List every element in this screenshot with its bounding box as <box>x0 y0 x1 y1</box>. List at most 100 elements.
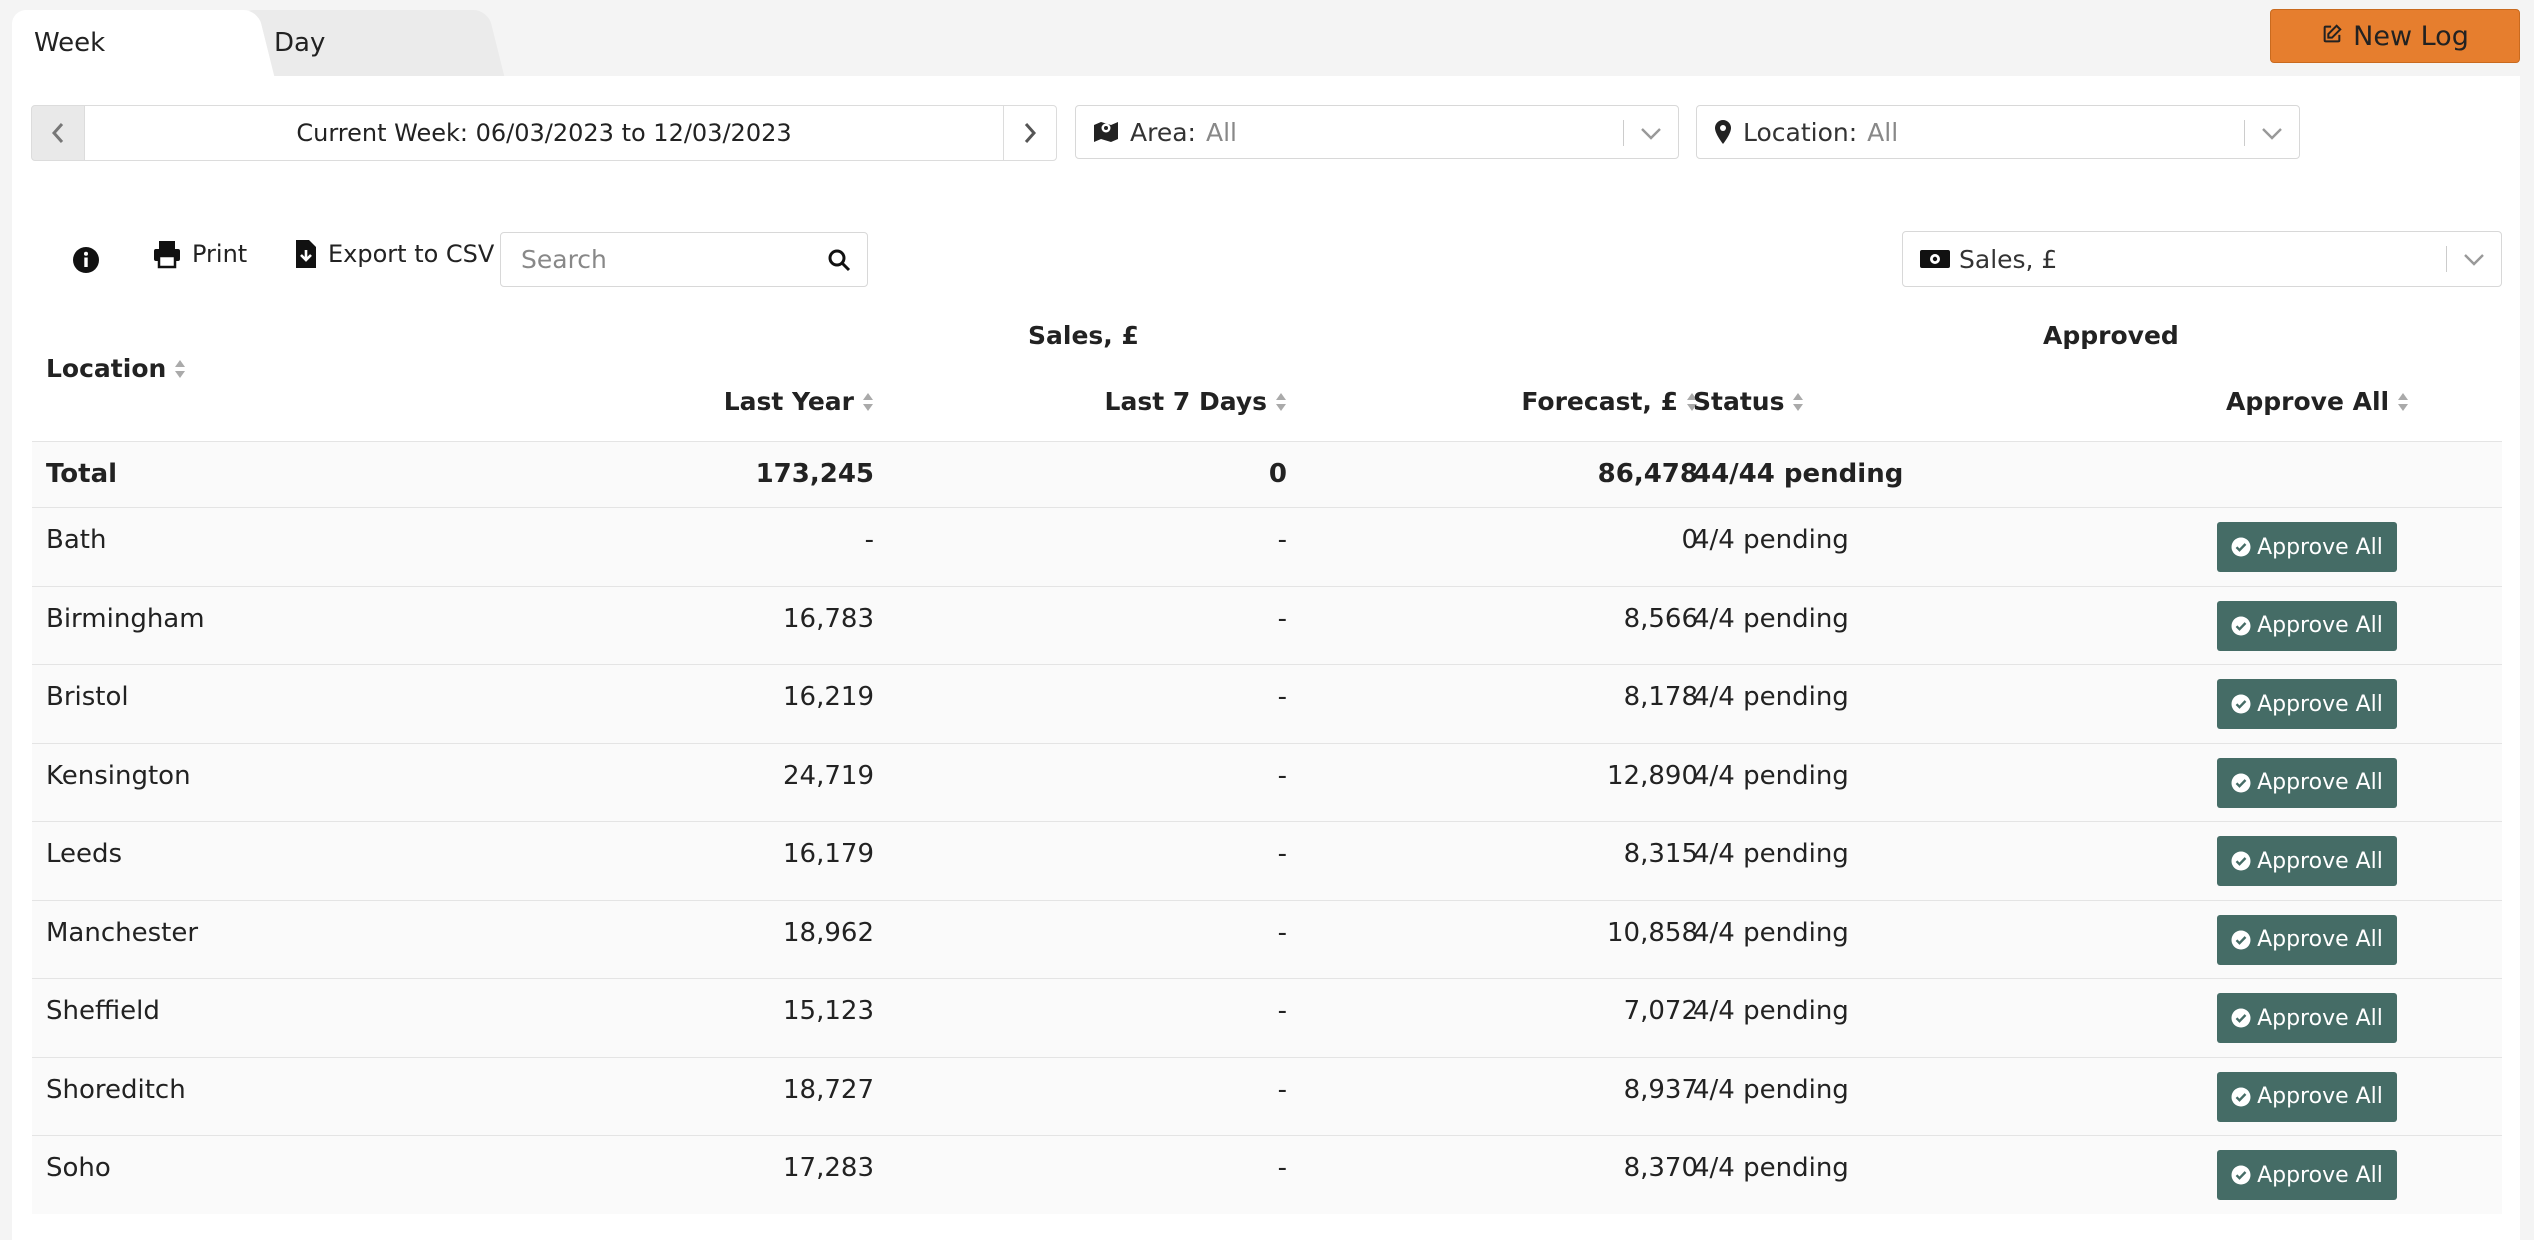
table-row: Leeds 16,179 - 8,315 4/4 pending Approve… <box>32 821 2502 900</box>
sort-icon <box>863 392 873 411</box>
cell-last-7-days: - <box>1277 1153 1287 1183</box>
cell-last-7-days: - <box>1277 839 1287 869</box>
table-row: Bath - - 0 4/4 pending Approve All <box>32 507 2502 586</box>
cell-status: 4/4 pending <box>1693 917 1849 948</box>
cell-last-7-days: - <box>1277 760 1287 791</box>
map-marker-icon <box>1715 120 1731 144</box>
area-select[interactable]: Area: All <box>1075 105 1679 159</box>
table-row: Birmingham 16,783 - 8,566 4/4 pending Ap… <box>32 585 2502 664</box>
metric-select[interactable]: Sales, £ <box>1902 231 2502 287</box>
approve-all-button[interactable]: Approve All <box>2217 1150 2397 1200</box>
tab-week[interactable]: Week <box>12 10 248 76</box>
week-navigator: Current Week: 06/03/2023 to 12/03/2023 <box>31 105 1057 161</box>
cell-last-year: - <box>864 525 874 555</box>
table-row-total: Total 173,245 0 86,478 44/44 pending <box>32 441 2502 507</box>
table-row: Shoreditch 18,727 - 8,937 4/4 pending Ap… <box>32 1056 2502 1135</box>
sort-icon <box>175 359 186 378</box>
total-last-year: 173,245 <box>755 459 874 489</box>
chevron-down-icon <box>2464 254 2484 266</box>
cell-location: Sheffield <box>46 996 160 1026</box>
table-row: Kensington 24,719 - 12,890 4/4 pending A… <box>32 742 2502 821</box>
location-select[interactable]: Location: All <box>1696 105 2300 159</box>
cell-forecast: 10,858 <box>1607 917 1698 948</box>
previous-week-button[interactable] <box>31 105 85 161</box>
header-location[interactable]: Location <box>46 354 186 383</box>
current-week-label: Current Week: 06/03/2023 to 12/03/2023 <box>85 105 1003 161</box>
header-approve-all-label: Approve All <box>2226 387 2390 416</box>
cell-last-year: 16,219 <box>783 682 874 712</box>
tab-week-label: Week <box>34 28 106 58</box>
cell-location: Soho <box>46 1153 111 1183</box>
cell-status: 4/4 pending <box>1693 1153 1849 1183</box>
cell-status: 4/4 pending <box>1693 760 1849 791</box>
approve-all-label: Approve All <box>2257 1084 2383 1109</box>
main-panel: Current Week: 06/03/2023 to 12/03/2023 A… <box>12 76 2520 1240</box>
cell-location: Leeds <box>46 839 123 869</box>
cell-last-7-days: - <box>1277 917 1287 948</box>
header-approve-all[interactable]: Approve All <box>2226 387 2409 416</box>
file-download-icon <box>296 240 316 268</box>
print-label: Print <box>192 240 248 268</box>
header-forecast[interactable]: Forecast, £ <box>1521 387 1698 416</box>
table-row: Sheffield 15,123 - 7,072 4/4 pending App… <box>32 978 2502 1057</box>
approve-all-button[interactable]: Approve All <box>2217 993 2397 1043</box>
approve-all-button[interactable]: Approve All <box>2217 522 2397 572</box>
approve-all-label: Approve All <box>2257 1005 2383 1031</box>
next-week-button[interactable] <box>1003 105 1057 161</box>
header-location-label: Location <box>46 354 167 383</box>
approve-all-button[interactable]: Approve All <box>2217 1071 2397 1122</box>
cell-last-7-days: - <box>1277 996 1287 1026</box>
search-icon[interactable] <box>827 248 851 272</box>
money-icon <box>1920 250 1950 268</box>
cell-status: 4/4 pending <box>1693 682 1849 712</box>
location-label: Location: <box>1743 117 1858 147</box>
new-log-button[interactable]: New Log <box>2270 9 2520 63</box>
cell-location: Shoreditch <box>46 1074 186 1105</box>
cell-location: Manchester <box>46 917 199 948</box>
cell-status: 4/4 pending <box>1693 603 1849 634</box>
cell-last-year: 15,123 <box>783 996 874 1026</box>
metric-value: Sales, £ <box>1959 244 2058 274</box>
check-circle-icon <box>2231 773 2251 792</box>
approve-all-button[interactable]: Approve All <box>2217 600 2397 651</box>
divider <box>2244 120 2245 146</box>
tab-day-label: Day <box>274 28 326 58</box>
view-tabs: Week Day <box>12 10 482 76</box>
print-button[interactable]: Print <box>152 239 247 269</box>
total-forecast: 86,478 <box>1597 459 1698 489</box>
area-label: Area: <box>1130 117 1196 147</box>
header-last-7-days[interactable]: Last 7 Days <box>1105 387 1287 416</box>
cell-last-year: 18,727 <box>783 1074 874 1105</box>
approve-all-button[interactable]: Approve All <box>2217 757 2397 808</box>
approve-all-button[interactable]: Approve All <box>2217 836 2397 886</box>
table-row: Manchester 18,962 - 10,858 4/4 pending A… <box>32 899 2502 978</box>
print-icon <box>154 241 180 269</box>
check-circle-icon <box>2231 1008 2251 1028</box>
cell-last-year: 16,783 <box>783 603 874 634</box>
search-input[interactable] <box>521 233 821 285</box>
check-circle-icon <box>2231 616 2251 635</box>
info-icon[interactable] <box>72 246 100 278</box>
sort-icon <box>1793 392 1804 411</box>
divider <box>1623 120 1624 146</box>
cell-last-year: 18,962 <box>783 917 874 948</box>
cell-last-7-days: - <box>1277 603 1287 634</box>
location-value: All <box>1867 117 1899 147</box>
header-last-year[interactable]: Last Year <box>724 387 874 416</box>
cell-last-7-days: - <box>1277 525 1287 555</box>
new-log-label: New Log <box>2353 20 2469 52</box>
check-circle-icon <box>2231 1087 2251 1106</box>
tab-day[interactable]: Day <box>240 10 480 76</box>
header-status[interactable]: Status <box>1693 387 1804 416</box>
approve-all-label: Approve All <box>2257 691 2383 717</box>
group-header-sales: Sales, £ <box>1028 321 1139 350</box>
approve-all-button[interactable]: Approve All <box>2217 914 2397 965</box>
group-header-approved: Approved <box>2043 321 2179 350</box>
export-csv-button[interactable]: Export to CSV <box>294 239 494 269</box>
table-row: Soho 17,283 - 8,370 4/4 pending Approve … <box>32 1135 2502 1214</box>
cell-location: Birmingham <box>46 603 205 634</box>
divider <box>2446 246 2447 272</box>
table-row: Bristol 16,219 - 8,178 4/4 pending Appro… <box>32 664 2502 743</box>
approve-all-button[interactable]: Approve All <box>2217 679 2397 729</box>
cell-location: Bath <box>46 525 107 555</box>
